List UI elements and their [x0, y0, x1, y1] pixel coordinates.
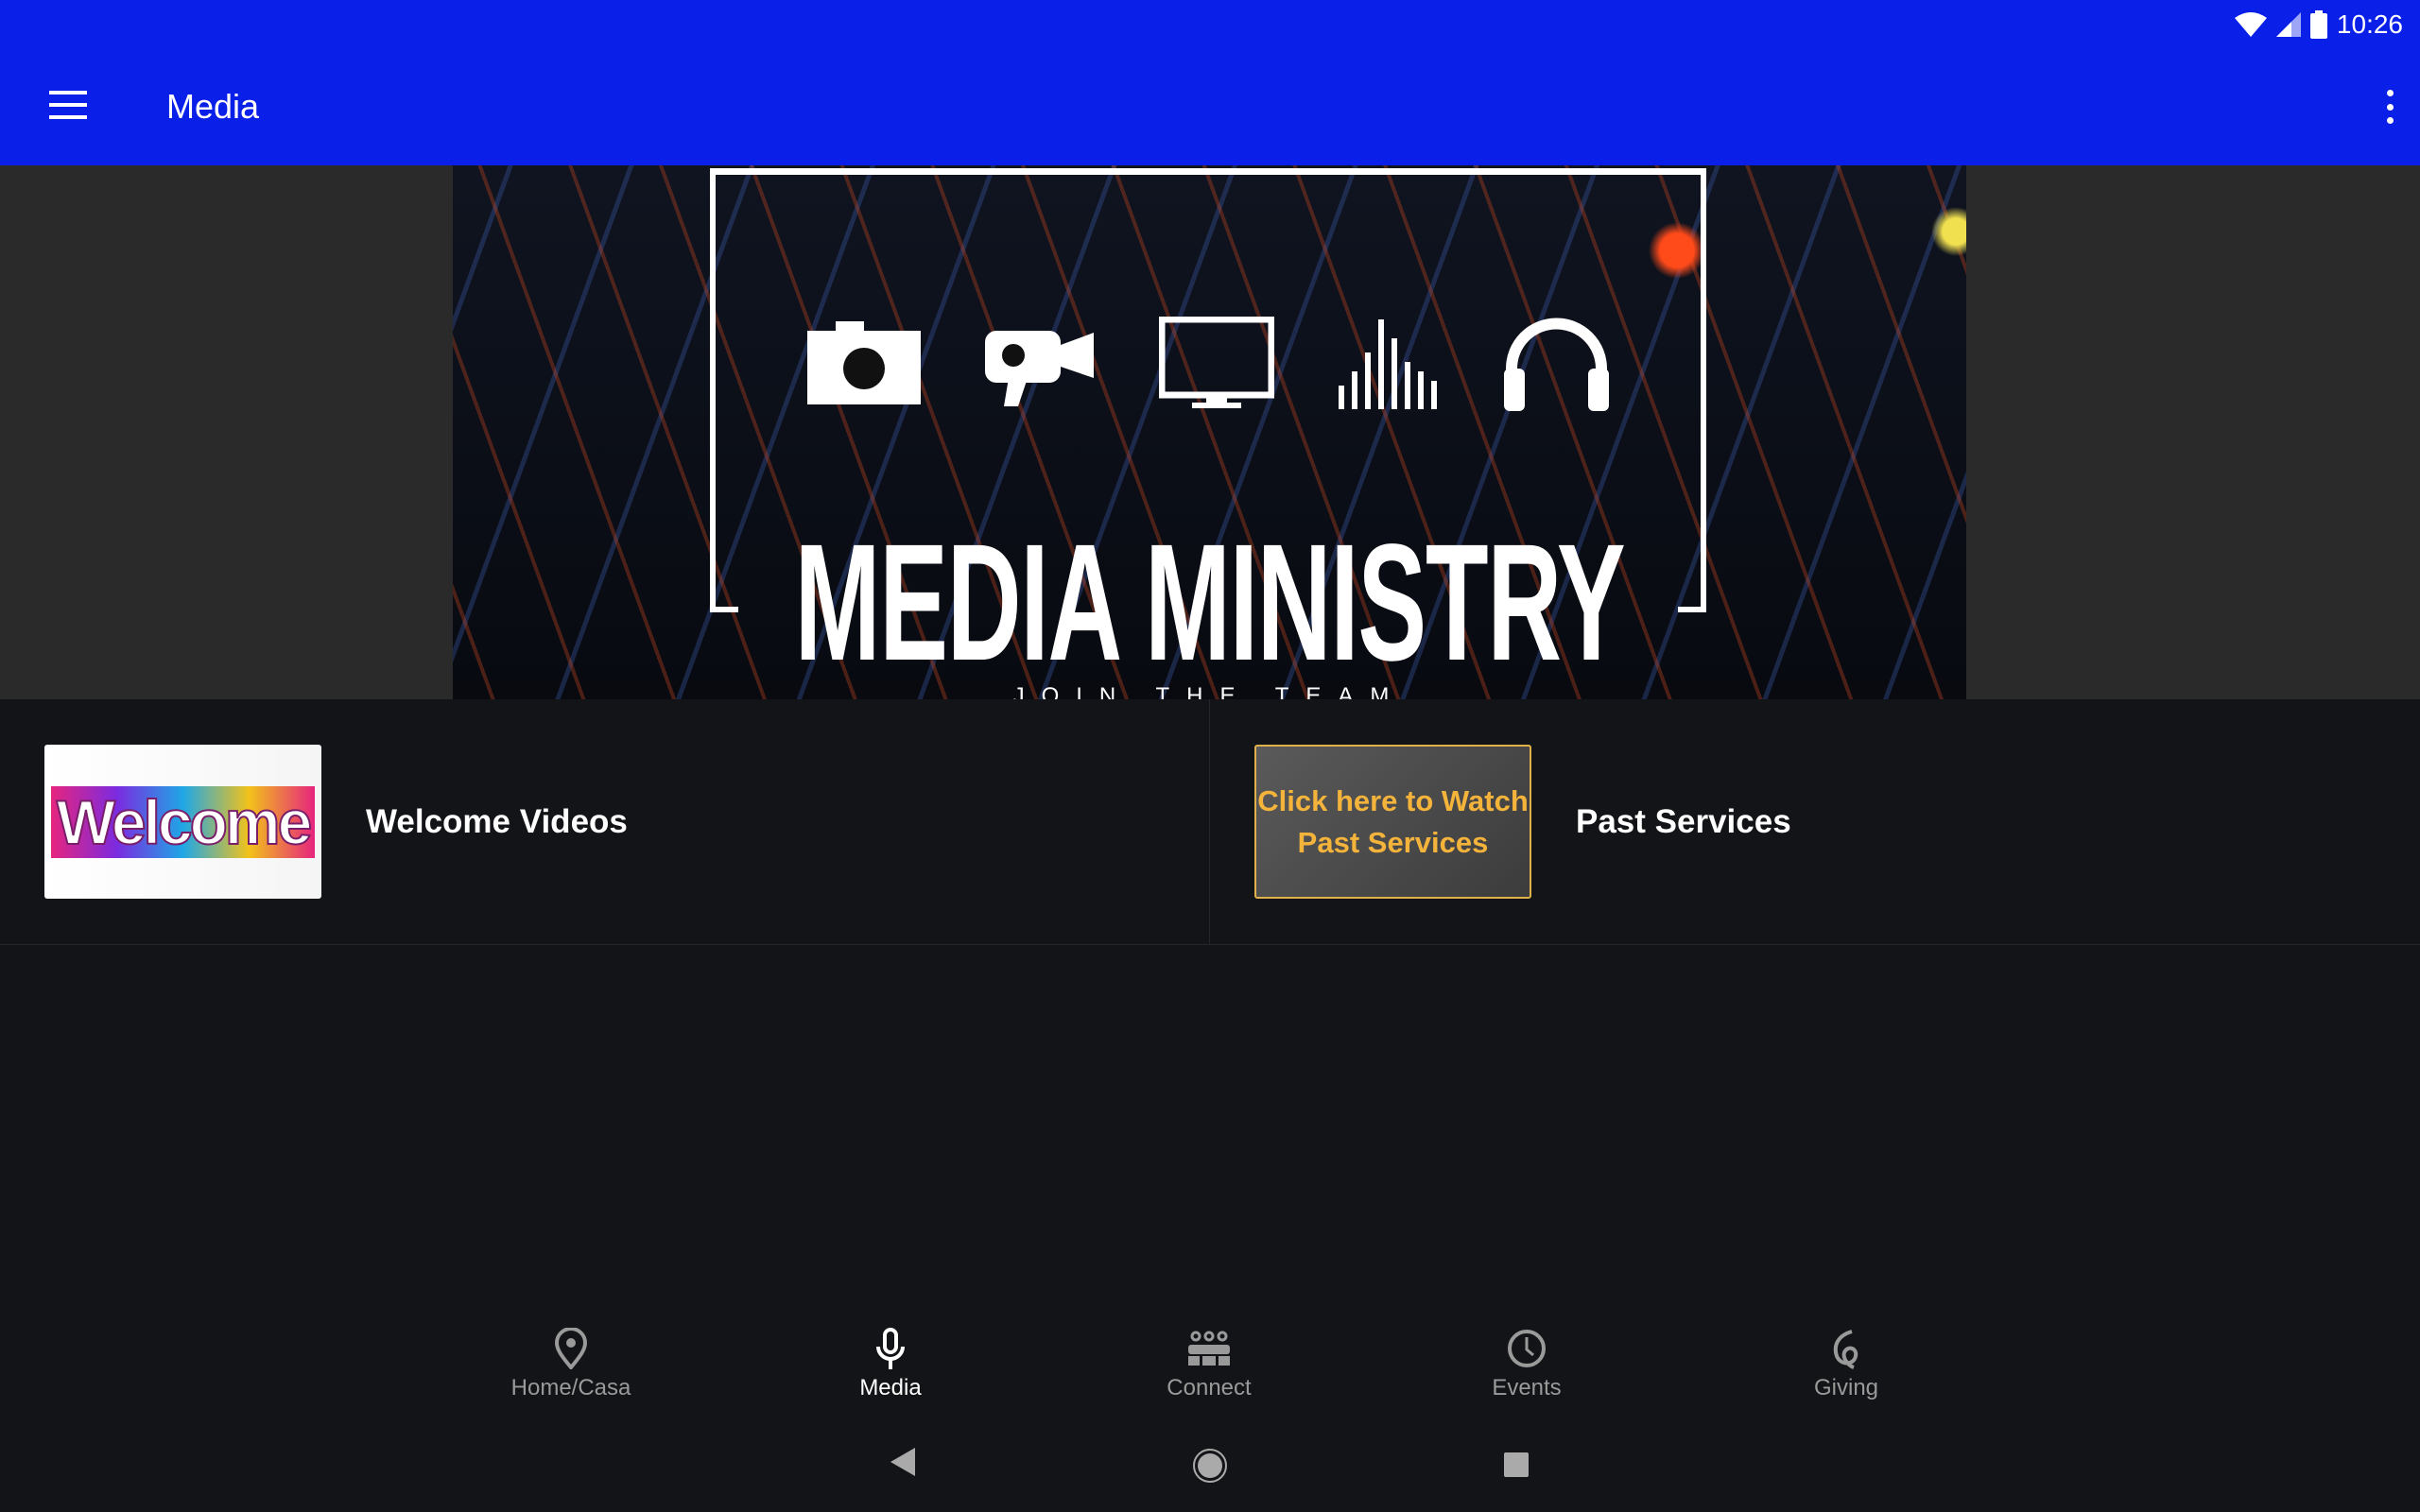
wifi-icon [2234, 12, 2267, 37]
more-vert-icon[interactable] [2386, 90, 2394, 124]
signal-icon [2275, 12, 2301, 37]
nav-label: Giving [1813, 1375, 1879, 1400]
thumbnail-text: Click here to Watch Past Services [1257, 783, 1529, 859]
page-title: Media [166, 87, 260, 126]
list-item-past-services[interactable]: Click here to Watch Past Services Past S… [1210, 699, 2420, 945]
nav-label: Connect [1167, 1375, 1252, 1400]
app-bar: 10:26 Media [0, 0, 2420, 165]
camera-icon [807, 321, 921, 404]
list-item-label: Past Services [1576, 802, 1791, 840]
home-button[interactable] [1192, 1448, 1228, 1484]
clock-time: 10:26 [2336, 9, 2403, 39]
monitor-icon [1158, 317, 1274, 408]
banner-title: MEDIA MINISTRY [794, 510, 1626, 696]
recents-button[interactable] [1504, 1452, 1529, 1477]
banner-area: MEDIA MINISTRY JOIN THE TEAM [0, 165, 2420, 699]
nav-connect[interactable]: Connect [1115, 1328, 1304, 1401]
media-ministry-banner: MEDIA MINISTRY JOIN THE TEAM [453, 165, 1966, 699]
banner-subtitle: JOIN THE TEAM [1012, 683, 1407, 699]
list-item-welcome-videos[interactable]: Welcome Welcome Videos [0, 699, 1210, 945]
nav-label: Events [1492, 1375, 1562, 1400]
list-item-label: Welcome Videos [366, 802, 628, 840]
clock-icon [1508, 1330, 1546, 1367]
nav-label: Home/Casa [510, 1375, 631, 1400]
headphones-icon [1504, 318, 1609, 411]
hamburger-icon[interactable] [49, 91, 87, 119]
microphone-icon [876, 1328, 905, 1369]
video-camera-icon [985, 331, 1095, 406]
back-button[interactable] [889, 1446, 917, 1478]
thumbnail-text: Welcome [50, 785, 316, 858]
past-services-thumbnail: Click here to Watch Past Services [1254, 745, 1531, 899]
location-pin-icon [554, 1328, 588, 1369]
nav-home-casa[interactable]: Home/Casa [476, 1328, 666, 1401]
nav-giving[interactable]: Giving [1752, 1328, 1941, 1401]
battery-icon [2309, 10, 2327, 39]
equalizer-icon [1338, 318, 1437, 409]
welcome-thumbnail: Welcome [44, 745, 321, 899]
status-bar: 10:26 [2234, 8, 2403, 42]
group-icon [1188, 1331, 1230, 1366]
giving-icon [1833, 1330, 1858, 1369]
nav-label: Media [859, 1375, 922, 1400]
nav-media[interactable]: Media [796, 1328, 985, 1401]
nav-events[interactable]: Events [1432, 1328, 1621, 1401]
